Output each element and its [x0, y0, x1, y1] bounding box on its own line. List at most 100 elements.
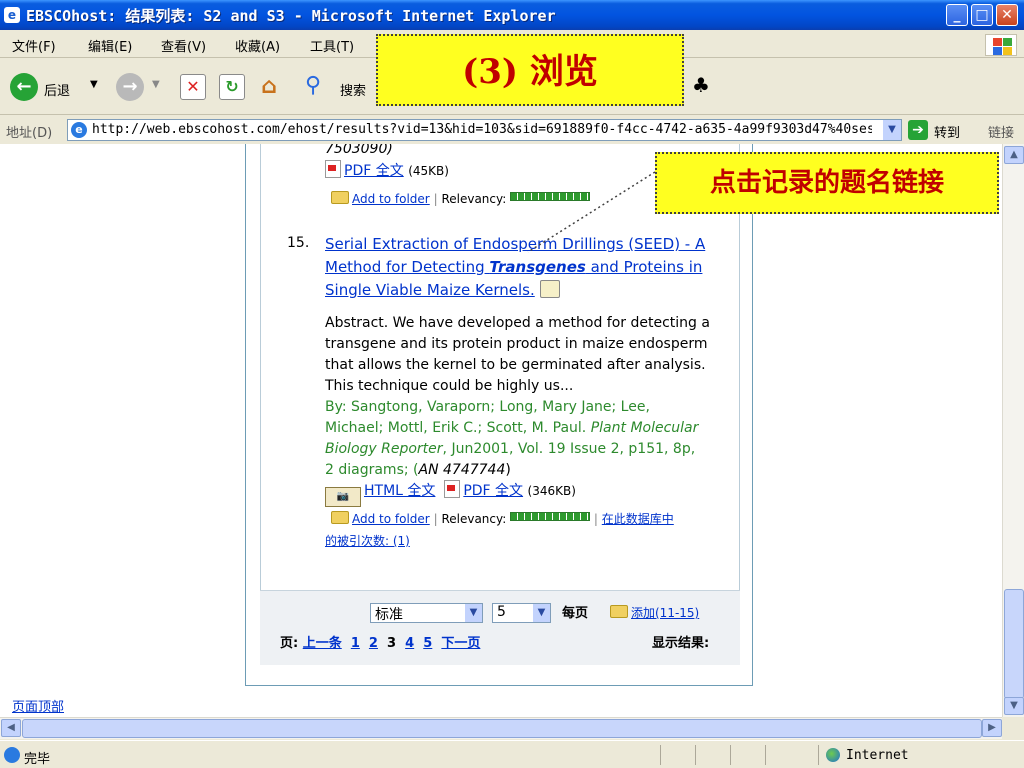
record-title-line2b[interactable]: and Proteins in: [586, 258, 703, 276]
record-number: 15.: [287, 235, 310, 251]
search-label[interactable]: 搜索: [340, 80, 366, 99]
pdf-icon[interactable]: [325, 160, 341, 178]
vertical-scroll-thumb[interactable]: [1004, 589, 1024, 699]
back-dropdown-icon[interactable]: ▼: [90, 79, 98, 90]
record-title[interactable]: Serial Extraction of Endosperm Drillings…: [325, 233, 735, 302]
add-range-row: 添加(11-15): [610, 603, 699, 624]
record-actions-row: Add to folder | Relevancy: | 在此数据库中: [331, 510, 741, 528]
folder-icon[interactable]: [331, 191, 349, 204]
status-divider: [818, 745, 819, 765]
messenger-icon[interactable]: ♣: [692, 73, 710, 97]
page-link-5[interactable]: 5: [423, 636, 432, 651]
window-title: EBSCOhost: 结果列表: S2 and S3 - Microsoft I…: [26, 7, 556, 25]
prev-pdf-link[interactable]: PDF 全文: [344, 163, 404, 179]
page-viewport: 7503090) PDF 全文 (45KB) Add to folder | R…: [0, 144, 1002, 717]
scroll-down-icon[interactable]: ▼: [1004, 697, 1024, 715]
horizontal-scrollbar[interactable]: ◀ ▶: [0, 717, 1002, 739]
go-button[interactable]: 转到: [934, 122, 960, 141]
folder-icon[interactable]: [610, 605, 628, 618]
stop-icon[interactable]: ✕: [180, 74, 206, 100]
security-zone-label: Internet: [846, 748, 909, 763]
sort-select[interactable]: 标准 ▼: [370, 603, 483, 623]
add-range-link[interactable]: 添加(11-15): [631, 606, 699, 620]
abstract-line: Abstract. We have developed a method for…: [325, 315, 710, 331]
record-title-line2a[interactable]: Method for Detecting: [325, 258, 489, 276]
byline-authors: By: Sangtong, Varaporn; Long, Mary Jane;…: [325, 399, 650, 415]
status-divider: [695, 745, 696, 765]
page-label: 页:: [280, 636, 299, 651]
byline-journal-1: Plant Molecular: [590, 420, 699, 436]
current-page: 3: [387, 636, 397, 651]
ie-app-icon[interactable]: e: [4, 7, 20, 23]
sort-select-value: 标准: [375, 607, 403, 623]
address-field[interactable]: e http://web.ebscohost.com/ehost/results…: [67, 119, 902, 141]
add-to-folder-link[interactable]: Add to folder: [352, 512, 430, 526]
go-arrow-icon[interactable]: ➔: [908, 120, 928, 140]
back-arrow-icon[interactable]: ←: [10, 73, 38, 101]
pdf-icon[interactable]: [444, 480, 461, 498]
search-icon[interactable]: ⚲: [305, 73, 321, 98]
next-page-link[interactable]: 下一页: [441, 636, 480, 651]
cited-by-link-2[interactable]: 的被引次数: (1): [325, 531, 410, 552]
show-results-label: 显示结果:: [652, 636, 710, 651]
byline-paren: ): [505, 462, 511, 478]
record-title-line3[interactable]: Single Viable Maize Kernels.: [325, 281, 535, 299]
relevancy-bar: [510, 512, 591, 521]
vertical-scrollbar[interactable]: ▲ ▼: [1002, 144, 1024, 717]
scroll-up-icon[interactable]: ▲: [1004, 146, 1024, 164]
status-text: 完毕: [24, 752, 51, 767]
cited-by-link-1[interactable]: 在此数据库中: [602, 512, 674, 526]
html-fulltext-icon[interactable]: 📷: [325, 487, 361, 507]
per-page-select[interactable]: 5 ▼: [492, 603, 551, 623]
links-button[interactable]: 链接: [988, 122, 1014, 141]
title-bar[interactable]: e EBSCOhost: 结果列表: S2 and S3 - Microsoft…: [0, 0, 1024, 30]
page-link-4[interactable]: 4: [405, 636, 414, 651]
sort-dropdown-icon[interactable]: ▼: [465, 604, 482, 622]
abstract-line: that allows the kernel to be germinated …: [325, 357, 706, 373]
fulltext-row: 📷 HTML 全文 PDF 全文 (346KB): [325, 480, 576, 507]
abstract-line: transgene and its protein product in mai…: [325, 336, 708, 352]
maximize-button[interactable]: □: [971, 4, 993, 26]
minimize-button[interactable]: _: [946, 4, 968, 26]
preview-icon[interactable]: [539, 280, 560, 298]
status-divider: [765, 745, 766, 765]
menu-tools[interactable]: 工具(T): [310, 36, 354, 55]
home-icon[interactable]: ⌂: [256, 74, 282, 100]
forward-dropdown-icon[interactable]: ▼: [152, 79, 160, 90]
relevancy-label: Relevancy:: [441, 512, 507, 526]
status-divider: [660, 745, 661, 765]
folder-icon[interactable]: [331, 511, 349, 524]
menu-edit[interactable]: 编辑(E): [88, 36, 132, 55]
scroll-right-icon[interactable]: ▶: [982, 719, 1002, 737]
record-title-keyword[interactable]: Transgenes: [489, 258, 585, 276]
refresh-icon[interactable]: ↻: [219, 74, 245, 100]
page-link-2[interactable]: 2: [369, 636, 378, 651]
back-label[interactable]: 后退: [44, 80, 70, 99]
scroll-left-icon[interactable]: ◀: [1, 719, 21, 737]
prev-pdf-size: (45KB): [408, 164, 449, 178]
prev-page-link[interactable]: 上一条: [303, 636, 342, 651]
menu-file[interactable]: 文件(F): [12, 36, 56, 55]
cited-by-count[interactable]: 的被引次数: (1): [325, 534, 410, 548]
close-button[interactable]: ✕: [996, 4, 1018, 26]
pdf-fulltext-link[interactable]: PDF 全文: [463, 483, 523, 499]
menu-favorites[interactable]: 收藏(A): [235, 36, 280, 55]
menu-view[interactable]: 查看(V): [161, 36, 206, 55]
prev-actions-row: Add to folder | Relevancy:: [331, 189, 591, 210]
horizontal-scroll-thumb[interactable]: [22, 719, 982, 738]
page-top-link[interactable]: 页面顶部: [12, 696, 64, 715]
page-link-1[interactable]: 1: [351, 636, 360, 651]
forward-arrow-icon[interactable]: →: [116, 73, 144, 101]
prev-relevancy-label: Relevancy:: [441, 192, 507, 206]
byline-authors-2: Michael; Mottl, Erik C.; Scott, M. Paul.: [325, 420, 591, 436]
prev-add-to-folder-link[interactable]: Add to folder: [352, 192, 430, 206]
per-page-dropdown-icon[interactable]: ▼: [533, 604, 550, 622]
address-dropdown-icon[interactable]: ▼: [883, 120, 901, 140]
record-title-line1[interactable]: Serial Extraction of Endosperm Drillings…: [325, 235, 705, 253]
address-label: 地址(D): [6, 126, 53, 141]
byline-issue: , Jun2001, Vol. 19 Issue 2, p151, 8p,: [442, 441, 696, 457]
pagination: 页: 上一条 1 2 3 4 5 下一页: [280, 633, 480, 654]
address-url[interactable]: http://web.ebscohost.com/ehost/results?v…: [92, 122, 872, 137]
internet-zone-icon: [826, 748, 840, 762]
html-fulltext-link[interactable]: HTML 全文: [364, 483, 435, 499]
